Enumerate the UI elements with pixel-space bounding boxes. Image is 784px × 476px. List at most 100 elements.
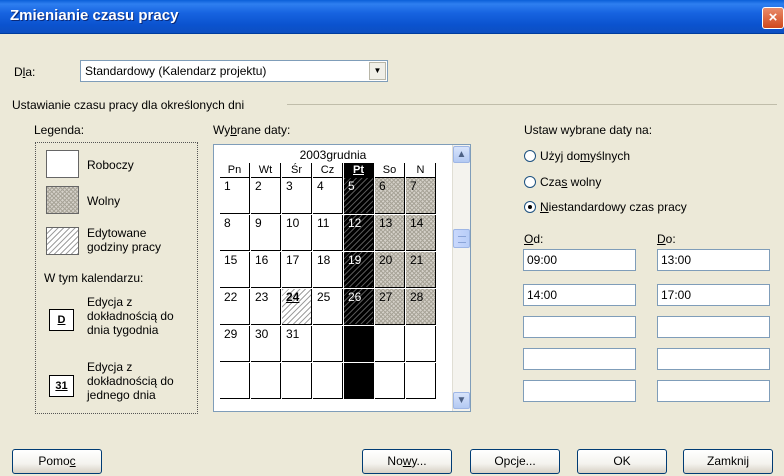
calendar-day[interactable]: 30 — [251, 326, 281, 362]
calendar-header-tue[interactable]: Wt — [251, 163, 281, 178]
scroll-down-icon[interactable]: ▼ — [453, 392, 470, 409]
ok-button[interactable]: OK — [577, 449, 667, 474]
calendar-day[interactable]: 10 — [282, 215, 312, 251]
calendar-day-empty — [406, 363, 436, 399]
calendar-day[interactable]: 4 — [313, 178, 343, 214]
calendar-header-fri[interactable]: Pt — [344, 163, 374, 178]
calendar-day[interactable]: 3 — [282, 178, 312, 214]
calendar-day[interactable]: 26 — [344, 289, 374, 325]
legend-weekday-line2: dokładnością do — [87, 309, 174, 323]
radio-custom[interactable] — [524, 201, 536, 213]
legend-day-line1: Edycja z — [87, 360, 133, 374]
day-edit-icon: 31 — [49, 375, 74, 397]
nonworking-swatch — [46, 186, 79, 214]
legend-title: Legenda: — [34, 123, 85, 137]
calendar-day[interactable]: 8 — [220, 215, 250, 251]
from-field-4[interactable] — [523, 348, 636, 370]
to-field-4[interactable] — [657, 348, 770, 370]
legend-day-line2: dokładnością do — [87, 374, 174, 388]
to-field-2[interactable]: 17:00 — [657, 284, 770, 306]
calendar-day[interactable]: 15 — [220, 252, 250, 288]
legend-weekday-line3: dnia tygodnia — [87, 323, 159, 337]
radio-default[interactable] — [524, 150, 536, 162]
to-field-5[interactable] — [657, 380, 770, 402]
calendar-day[interactable]: 12 — [344, 215, 374, 251]
calendar-day[interactable]: 14 — [406, 215, 436, 251]
calendar-day-empty — [313, 326, 343, 362]
calendar-day[interactable]: 25 — [313, 289, 343, 325]
calendar-header-mon[interactable]: Pn — [220, 163, 250, 178]
options-button[interactable]: Opcje... — [470, 449, 560, 474]
help-button[interactable]: Pomoc — [12, 449, 102, 474]
calendar-day-edited[interactable]: 24 — [282, 289, 312, 325]
weekday-edit-icon: D — [49, 309, 74, 331]
calendar-day-empty — [313, 363, 343, 399]
chevron-down-icon[interactable]: ▼ — [369, 62, 386, 80]
legend-edited-line1: Edytowane — [87, 226, 147, 240]
calendar-day[interactable]: 6 — [375, 178, 405, 214]
calendar-day[interactable]: 1 — [220, 178, 250, 214]
legend-nonworking: Wolny — [87, 194, 121, 208]
calendar-header-thu[interactable]: Cz — [313, 163, 343, 178]
calendar-day[interactable]: 7 — [406, 178, 436, 214]
calendar-day[interactable]: 28 — [406, 289, 436, 325]
from-field-5[interactable] — [523, 380, 636, 402]
close-icon: × — [768, 9, 778, 26]
calendar-day[interactable]: 13 — [375, 215, 405, 251]
to-field-1[interactable]: 13:00 — [657, 249, 770, 271]
set-dates-title: Ustaw wybrane daty na: — [524, 123, 653, 137]
for-label: Dla: — [14, 65, 36, 79]
calendar-day[interactable]: 2 — [251, 178, 281, 214]
calendar-day[interactable]: 19 — [344, 252, 374, 288]
close-window-button[interactable]: × — [762, 7, 784, 29]
calendar-select-value: Standardowy (Kalendarz projektu) — [85, 64, 267, 78]
to-label: Do: — [657, 232, 676, 246]
calendar-day[interactable]: 23 — [251, 289, 281, 325]
calendar-day[interactable]: 21 — [406, 252, 436, 288]
legend-in-calendar: W tym kalendarzu: — [44, 271, 144, 285]
from-field-3[interactable] — [523, 316, 636, 338]
working-swatch — [46, 150, 79, 178]
calendar-day[interactable]: 16 — [251, 252, 281, 288]
window-title: Zmienianie czasu pracy — [10, 7, 179, 24]
to-field-3[interactable] — [657, 316, 770, 338]
calendar-day-empty — [406, 326, 436, 362]
calendar-day[interactable]: 22 — [220, 289, 250, 325]
calendar-day-empty — [220, 363, 250, 399]
calendar-day-empty — [375, 363, 405, 399]
from-field-2[interactable]: 14:00 — [523, 284, 636, 306]
selected-dates-label: Wybrane daty: — [213, 123, 291, 137]
group-title: Ustawianie czasu pracy dla określonych d… — [12, 98, 245, 112]
radio-default-label[interactable]: Użyj domyślnych — [540, 149, 630, 163]
legend-day-line3: jednego dnia — [87, 388, 156, 402]
new-button[interactable]: Nowy... — [362, 449, 452, 474]
radio-custom-label[interactable]: Niestandardowy czas pracy — [540, 200, 687, 214]
calendar-day-label: 24 — [286, 290, 300, 304]
radio-nonworking[interactable] — [524, 176, 536, 188]
calendar-header-sun[interactable]: N — [406, 163, 436, 178]
legend-working: Roboczy — [87, 158, 134, 172]
scroll-up-icon[interactable]: ▲ — [453, 146, 470, 163]
calendar-day-empty — [251, 363, 281, 399]
calendar-day[interactable]: 5 — [344, 178, 374, 214]
calendar-day[interactable]: 11 — [313, 215, 343, 251]
radio-nonworking-label[interactable]: Czas wolny — [540, 175, 601, 189]
calendar[interactable]: 2003grudnia Pn Wt Śr Cz Pt So N 1 2 3 4 … — [213, 144, 471, 412]
calendar-header-sat[interactable]: So — [375, 163, 405, 178]
calendar-day[interactable]: 31 — [282, 326, 312, 362]
legend-edited-line2: godziny pracy — [87, 240, 162, 254]
calendar-month: 2003grudnia — [299, 148, 367, 162]
calendar-day[interactable]: 18 — [313, 252, 343, 288]
close-button[interactable]: Zamknij — [683, 449, 773, 474]
calendar-day[interactable]: 27 — [375, 289, 405, 325]
calendar-day[interactable]: 20 — [375, 252, 405, 288]
calendar-scrollbar[interactable]: ▲ ▼ — [452, 145, 470, 411]
from-field-1[interactable]: 09:00 — [523, 249, 636, 271]
calendar-day[interactable]: 17 — [282, 252, 312, 288]
calendar-day[interactable]: 9 — [251, 215, 281, 251]
calendar-day[interactable]: 29 — [220, 326, 250, 362]
calendar-select[interactable]: Standardowy (Kalendarz projektu) ▼ — [80, 60, 388, 82]
scroll-thumb[interactable] — [453, 229, 470, 248]
from-label: Od: — [524, 232, 544, 246]
calendar-header-wed[interactable]: Śr — [282, 163, 312, 178]
